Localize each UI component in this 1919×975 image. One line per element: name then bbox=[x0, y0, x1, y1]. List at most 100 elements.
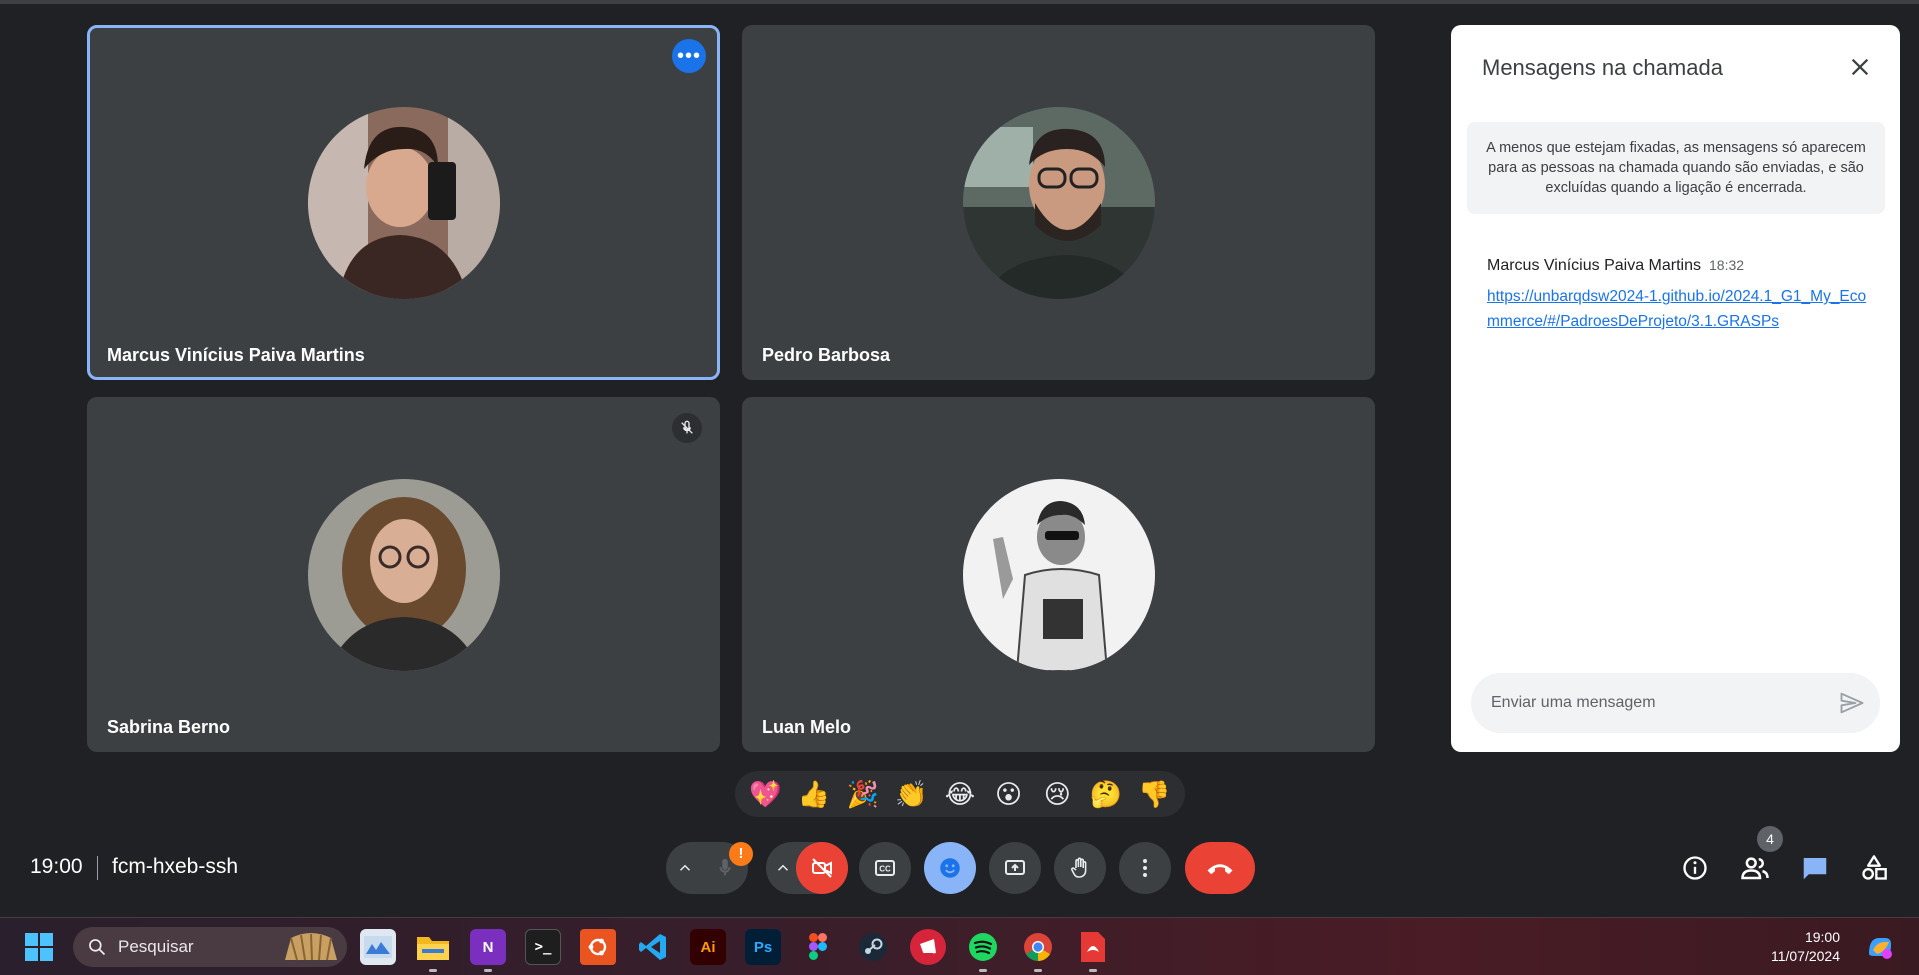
raise-hand-button[interactable] bbox=[1054, 842, 1106, 894]
taskbar-app-figma[interactable] bbox=[800, 929, 836, 965]
taskbar-app-terminal[interactable]: >_ bbox=[525, 929, 561, 965]
terminal-icon: >_ bbox=[534, 939, 552, 955]
running-indicator bbox=[1089, 969, 1097, 972]
reaction-sad[interactable]: 😢 bbox=[1036, 771, 1078, 817]
taskbar-app-photoshop[interactable]: Ps bbox=[745, 929, 781, 965]
taskbar-app-ubuntu[interactable] bbox=[580, 929, 616, 965]
close-icon bbox=[1851, 58, 1869, 76]
running-indicator bbox=[1034, 969, 1042, 972]
meeting-details-button[interactable] bbox=[1673, 846, 1717, 890]
more-vert-icon bbox=[1143, 859, 1147, 877]
send-button[interactable] bbox=[1838, 689, 1866, 717]
taskbar-app-file-explorer[interactable] bbox=[415, 929, 451, 965]
clock-time: 19:00 bbox=[1804, 929, 1840, 945]
captions-button[interactable]: CC bbox=[859, 842, 911, 894]
message-sender: Marcus Vinícius Paiva Martins bbox=[1487, 257, 1701, 274]
message-composer bbox=[1471, 673, 1880, 733]
reactions-bar: 💖 👍 🎉 👏 😂 😮 😢 🤔 👎 bbox=[735, 771, 1185, 817]
reaction-thumbs-up[interactable]: 👍 bbox=[793, 771, 835, 817]
mic-warning-badge[interactable]: ! bbox=[729, 842, 753, 866]
taskbar-app-spotify[interactable] bbox=[965, 929, 1001, 965]
more-options-button[interactable]: ••• bbox=[672, 39, 706, 73]
send-icon bbox=[1840, 692, 1864, 714]
search-icon bbox=[89, 939, 106, 956]
chat-icon bbox=[1803, 858, 1827, 880]
camera-off-icon bbox=[812, 858, 832, 878]
reaction-party[interactable]: 🎉 bbox=[842, 771, 884, 817]
camera-toggle-button[interactable] bbox=[796, 842, 848, 894]
start-button[interactable] bbox=[24, 932, 54, 962]
close-panel-button[interactable] bbox=[1840, 47, 1880, 87]
riot-icon bbox=[920, 939, 936, 956]
running-indicator bbox=[979, 969, 987, 972]
taskbar-app-onenote[interactable]: N bbox=[470, 929, 506, 965]
reaction-thumbs-down[interactable]: 👎 bbox=[1134, 771, 1176, 817]
emoji-icon bbox=[940, 858, 960, 878]
taskbar-app-steam[interactable] bbox=[855, 929, 891, 965]
taskbar-app-illustrator[interactable]: Ai bbox=[690, 929, 726, 965]
avatar bbox=[962, 478, 1155, 671]
clock-date: 11/07/2024 bbox=[1770, 948, 1840, 964]
spotify-icon bbox=[969, 933, 997, 961]
chrome-icon bbox=[1024, 933, 1052, 961]
mic-off-indicator bbox=[672, 413, 702, 443]
onenote-icon: N bbox=[482, 938, 494, 956]
people-button[interactable] bbox=[1733, 846, 1777, 890]
reaction-sparkling-heart[interactable]: 💖 bbox=[744, 771, 786, 817]
figma-icon bbox=[809, 933, 827, 960]
panel-title: Mensagens na chamada bbox=[1482, 55, 1723, 80]
vscode-icon bbox=[639, 934, 666, 960]
steam-icon bbox=[859, 933, 887, 961]
avatar bbox=[307, 478, 500, 671]
hand-icon bbox=[1071, 857, 1087, 878]
search-highlight-icon bbox=[285, 933, 337, 961]
reaction-surprised[interactable]: 😮 bbox=[988, 771, 1030, 817]
people-icon bbox=[1741, 857, 1769, 880]
reaction-thinking[interactable]: 🤔 bbox=[1085, 771, 1127, 817]
taskbar-app-pdf-reader[interactable] bbox=[1075, 929, 1111, 965]
chat-panel: Mensagens na chamada A menos que estejam… bbox=[1451, 25, 1900, 752]
present-icon bbox=[1005, 860, 1025, 875]
mic-off-icon bbox=[681, 420, 693, 434]
taskbar-app-chrome[interactable] bbox=[1020, 929, 1056, 965]
divider bbox=[97, 856, 98, 880]
more-options-button[interactable] bbox=[1119, 842, 1171, 894]
running-indicator bbox=[484, 969, 492, 972]
meeting-code: fcm-hxeb-ssh bbox=[112, 855, 239, 878]
activities-icon bbox=[1862, 855, 1887, 880]
top-border bbox=[0, 0, 1919, 4]
search-label: Pesquisar bbox=[118, 937, 194, 956]
taskbar-app-photos[interactable] bbox=[360, 929, 396, 965]
participant-tile-marcus[interactable]: ••• Marcus Vinícius Paiva Martins bbox=[87, 25, 720, 380]
chevron-up-icon[interactable] bbox=[676, 859, 694, 877]
taskbar-app-vscode[interactable] bbox=[635, 929, 671, 965]
participant-tile-sabrina[interactable]: Sabrina Berno bbox=[87, 397, 720, 752]
message-link[interactable]: https://unbarqdsw2024-1.github.io/2024.1… bbox=[1487, 284, 1877, 334]
reaction-clap[interactable]: 👏 bbox=[890, 771, 932, 817]
system-clock[interactable]: 19:00 11/07/2024 bbox=[1750, 928, 1840, 966]
leave-call-button[interactable] bbox=[1185, 842, 1255, 894]
participant-tile-pedro[interactable]: Pedro Barbosa bbox=[742, 25, 1375, 380]
message-input[interactable] bbox=[1471, 673, 1811, 733]
participant-name: Marcus Vinícius Paiva Martins bbox=[107, 345, 365, 365]
present-screen-button[interactable] bbox=[989, 842, 1041, 894]
camera-control-group bbox=[766, 842, 848, 894]
participant-name: Pedro Barbosa bbox=[762, 345, 891, 365]
participant-tile-luan[interactable]: Luan Melo bbox=[742, 397, 1375, 752]
message-time: 18:32 bbox=[1709, 257, 1745, 273]
hang-up-icon bbox=[1207, 864, 1233, 875]
meeting-time: 19:00 bbox=[30, 855, 83, 878]
avatar bbox=[962, 106, 1155, 299]
copilot-button[interactable] bbox=[1862, 929, 1898, 965]
taskbar-search[interactable]: Pesquisar bbox=[73, 927, 347, 967]
running-indicator bbox=[429, 969, 437, 972]
windows-taskbar: Pesquisar N >_ Ai Ps 19:00 11/07/2024 bbox=[0, 917, 1919, 975]
reactions-button[interactable] bbox=[924, 842, 976, 894]
chat-button[interactable] bbox=[1793, 846, 1837, 890]
reaction-laugh[interactable]: 😂 bbox=[939, 771, 981, 817]
chevron-up-icon[interactable] bbox=[774, 859, 792, 877]
activities-button[interactable] bbox=[1852, 846, 1896, 890]
pdf-icon bbox=[1081, 932, 1105, 962]
photos-icon bbox=[364, 936, 392, 958]
taskbar-app-riot[interactable] bbox=[910, 929, 946, 965]
